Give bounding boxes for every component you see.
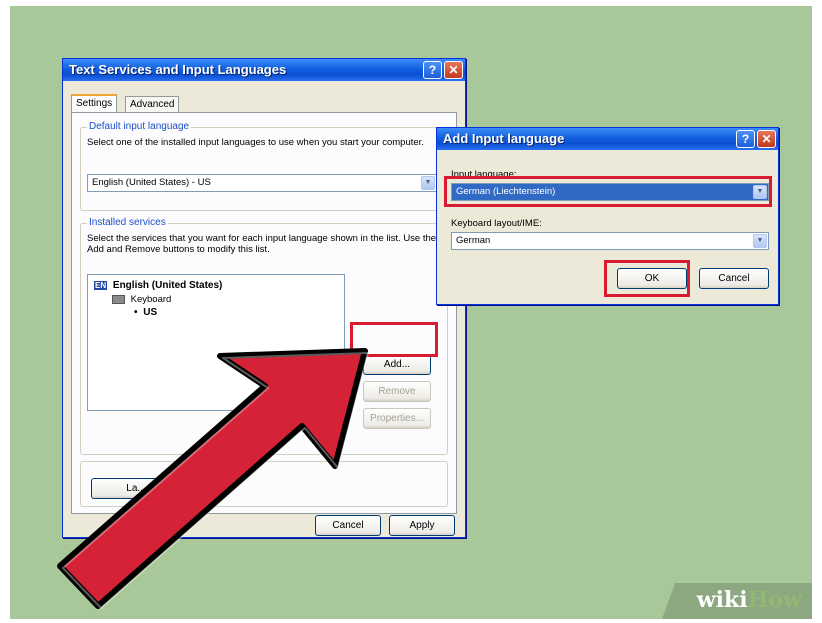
illustration-canvas: Text Services and Input Languages ? ✕ Se…: [10, 6, 812, 619]
keyboard-layout-label: Keyboard layout/IME:: [451, 218, 542, 229]
ok-button-highlight: [604, 260, 690, 297]
wikihow-how: How: [747, 587, 802, 613]
cancel-button[interactable]: Cancel: [699, 268, 769, 289]
close-button[interactable]: ✕: [757, 130, 776, 148]
help-button[interactable]: ?: [736, 130, 755, 148]
dialog-title: Add Input language: [443, 131, 565, 146]
pointer-arrow-icon: [57, 348, 369, 609]
wikihow-wiki: wiki: [696, 587, 748, 613]
chevron-down-icon[interactable]: ▼: [753, 234, 767, 248]
keyboard-layout-select[interactable]: German ▼: [451, 232, 769, 250]
input-language-highlight: [444, 176, 772, 207]
title-bar: Add Input language ? ✕: [437, 128, 778, 150]
wikihow-logo: wikiHow: [697, 587, 802, 613]
select-value: German: [456, 235, 491, 246]
